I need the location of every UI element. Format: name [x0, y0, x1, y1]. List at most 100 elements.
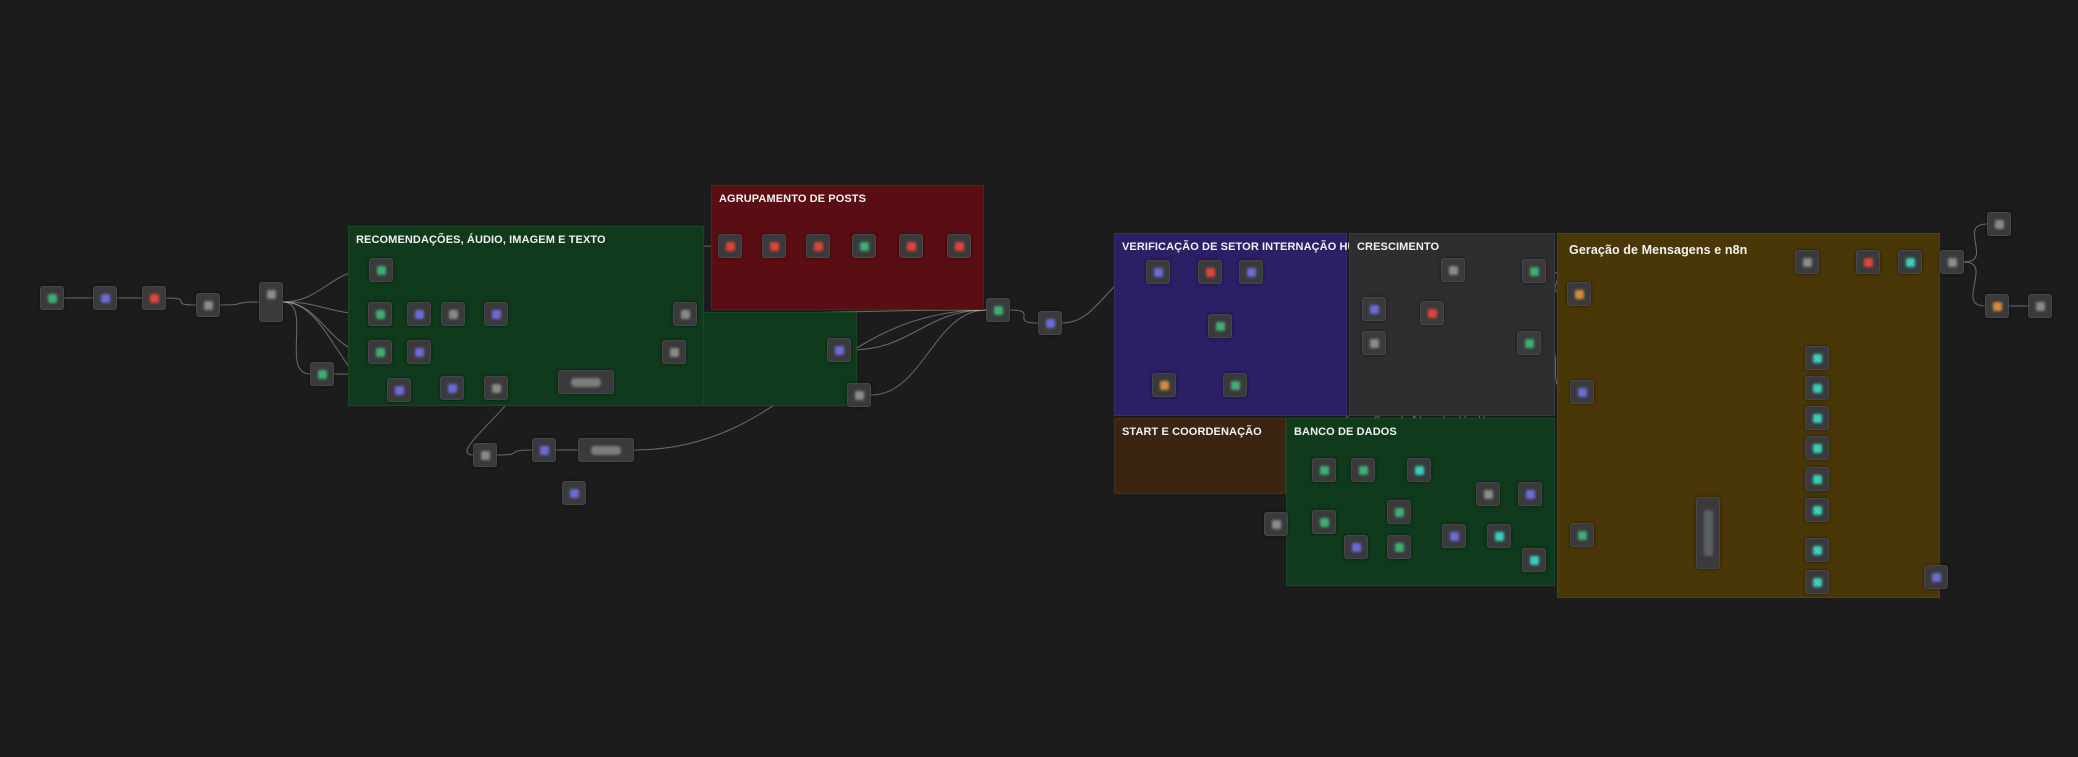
workflow-node[interactable] — [1805, 376, 1829, 400]
workflow-node[interactable] — [1407, 458, 1431, 482]
workflow-node[interactable] — [1264, 512, 1288, 536]
workflow-node[interactable] — [1940, 250, 1964, 274]
workflow-node[interactable] — [562, 481, 586, 505]
workflow-node[interactable] — [1805, 346, 1829, 370]
workflow-node[interactable] — [718, 234, 742, 258]
workflow-canvas[interactable]: RECOMENDAÇÕES, ÁUDIO, IMAGEM E TEXTO AGR… — [0, 0, 2078, 757]
workflow-node[interactable] — [1805, 570, 1829, 594]
workflow-node[interactable] — [578, 438, 634, 462]
workflow-node[interactable] — [1420, 301, 1444, 325]
node-icon — [1352, 543, 1361, 552]
node-icon — [1495, 532, 1504, 541]
workflow-node[interactable] — [1517, 331, 1541, 355]
workflow-node[interactable] — [441, 302, 465, 326]
node-icon — [1395, 508, 1404, 517]
workflow-node[interactable] — [1805, 436, 1829, 460]
workflow-node[interactable] — [1805, 538, 1829, 562]
workflow-node[interactable] — [1518, 482, 1542, 506]
node-icon — [48, 294, 57, 303]
workflow-node[interactable] — [1312, 510, 1336, 534]
workflow-node[interactable] — [827, 338, 851, 362]
workflow-node[interactable] — [1387, 535, 1411, 559]
workflow-node[interactable] — [1351, 458, 1375, 482]
workflow-node[interactable] — [369, 258, 393, 282]
workflow-node[interactable] — [947, 234, 971, 258]
node-icon — [1575, 290, 1584, 299]
workflow-node[interactable] — [368, 302, 392, 326]
workflow-node[interactable] — [259, 282, 283, 322]
workflow-node[interactable] — [1038, 311, 1062, 335]
workflow-node[interactable] — [484, 376, 508, 400]
group-geracao-de-mensagens[interactable]: Geração de Mensagens e n8n — [1557, 233, 1940, 598]
workflow-node[interactable] — [1985, 294, 2009, 318]
workflow-node[interactable] — [1146, 260, 1170, 284]
workflow-node[interactable] — [532, 438, 556, 462]
workflow-node[interactable] — [1805, 498, 1829, 522]
workflow-node[interactable] — [1239, 260, 1263, 284]
workflow-node[interactable] — [440, 376, 464, 400]
workflow-node[interactable] — [473, 443, 497, 467]
workflow-node[interactable] — [387, 378, 411, 402]
workflow-node[interactable] — [1487, 524, 1511, 548]
workflow-node[interactable] — [852, 234, 876, 258]
workflow-node[interactable] — [407, 340, 431, 364]
workflow-node[interactable] — [93, 286, 117, 310]
workflow-node[interactable] — [1805, 406, 1829, 430]
workflow-node[interactable] — [1387, 500, 1411, 524]
workflow-node[interactable] — [1987, 212, 2011, 236]
node-icon — [1813, 475, 1822, 484]
workflow-node[interactable] — [1312, 458, 1336, 482]
group-start-e-coordenacao[interactable]: START E COORDENAÇÃO — [1114, 418, 1286, 494]
workflow-node[interactable] — [558, 370, 614, 394]
workflow-node[interactable] — [1522, 548, 1546, 572]
node-icon — [726, 242, 735, 251]
node-icon — [670, 348, 679, 357]
node-icon — [1525, 339, 1534, 348]
node-icon — [1993, 302, 2002, 311]
workflow-node[interactable] — [1198, 260, 1222, 284]
group-banco-de-dados[interactable]: BANCO DE DADOS — [1286, 418, 1555, 586]
workflow-node[interactable] — [806, 234, 830, 258]
workflow-node[interactable] — [1476, 482, 1500, 506]
group-agrupamento-de-posts[interactable]: AGRUPAMENTO DE POSTS — [711, 185, 984, 310]
workflow-node[interactable] — [1441, 258, 1465, 282]
node-icon — [481, 451, 490, 460]
node-icon — [1359, 466, 1368, 475]
node-icon — [318, 370, 327, 379]
workflow-node[interactable] — [40, 286, 64, 310]
workflow-node[interactable] — [673, 302, 697, 326]
workflow-node[interactable] — [1696, 497, 1720, 569]
workflow-node[interactable] — [1208, 314, 1232, 338]
workflow-node[interactable] — [1570, 523, 1594, 547]
node-icon — [267, 290, 276, 299]
workflow-node[interactable] — [1442, 524, 1466, 548]
workflow-node[interactable] — [1856, 250, 1880, 274]
workflow-node[interactable] — [1570, 380, 1594, 404]
workflow-node[interactable] — [1567, 282, 1591, 306]
workflow-node[interactable] — [2028, 294, 2052, 318]
workflow-node[interactable] — [986, 298, 1010, 322]
workflow-node[interactable] — [1805, 467, 1829, 491]
workflow-node[interactable] — [1522, 259, 1546, 283]
workflow-node[interactable] — [899, 234, 923, 258]
workflow-node[interactable] — [1795, 250, 1819, 274]
workflow-node[interactable] — [407, 302, 431, 326]
workflow-node[interactable] — [662, 340, 686, 364]
node-icon — [1813, 354, 1822, 363]
workflow-node[interactable] — [847, 383, 871, 407]
node-icon — [907, 242, 916, 251]
workflow-node[interactable] — [1223, 373, 1247, 397]
workflow-node[interactable] — [196, 293, 220, 317]
workflow-node[interactable] — [1362, 331, 1386, 355]
workflow-node[interactable] — [1924, 565, 1948, 589]
workflow-node[interactable] — [1152, 373, 1176, 397]
workflow-node[interactable] — [310, 362, 334, 386]
node-icon — [1484, 490, 1493, 499]
workflow-node[interactable] — [142, 286, 166, 310]
workflow-node[interactable] — [484, 302, 508, 326]
workflow-node[interactable] — [368, 340, 392, 364]
workflow-node[interactable] — [1344, 535, 1368, 559]
workflow-node[interactable] — [1898, 250, 1922, 274]
workflow-node[interactable] — [762, 234, 786, 258]
workflow-node[interactable] — [1362, 297, 1386, 321]
